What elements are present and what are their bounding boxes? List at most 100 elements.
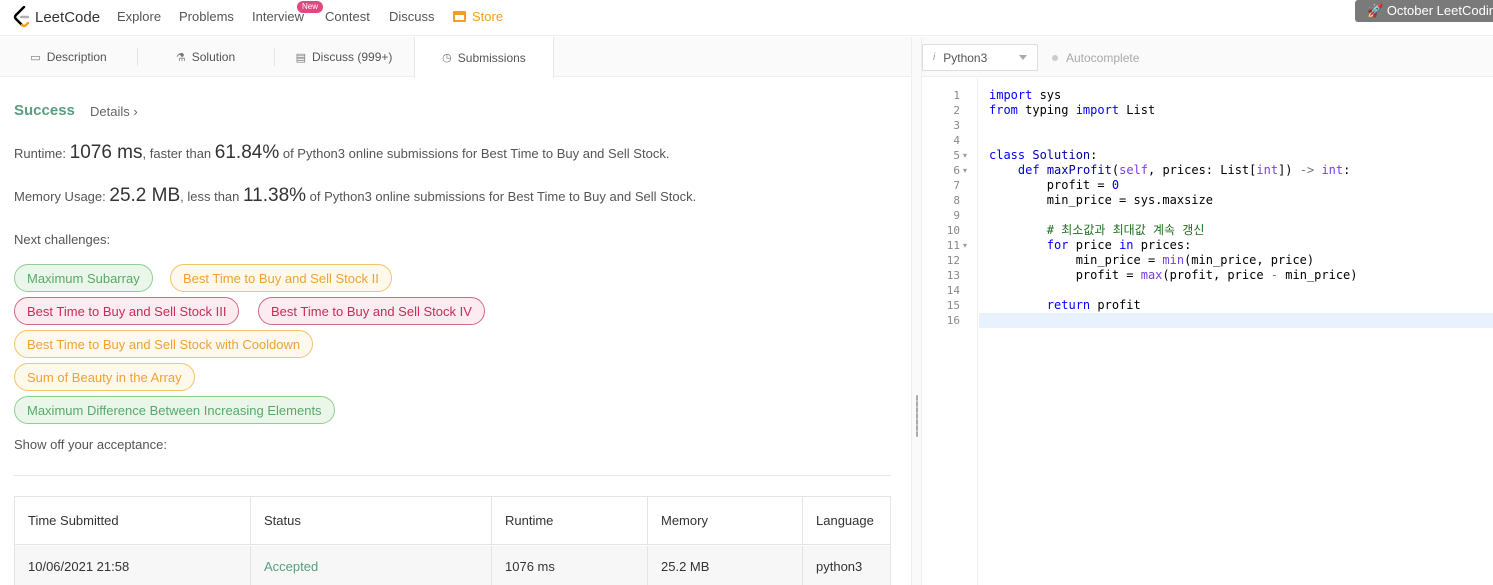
fold-arrow-icon[interactable]: ▾ — [963, 148, 967, 163]
line-number: 11 — [946, 239, 960, 252]
code-line: profit = 0 — [989, 178, 1120, 192]
runtime-mid: , faster than — [142, 146, 215, 161]
autocomplete-label: Autocomplete — [1066, 51, 1140, 65]
header-time-submitted[interactable]: Time Submitted — [15, 497, 251, 544]
tab-submissions[interactable]: ◷ Submissions — [414, 37, 554, 78]
fold-arrow-icon[interactable]: ▾ — [963, 238, 967, 253]
nav-contest[interactable]: Contest — [325, 9, 370, 24]
table-row: 10/06/2021 21:58 Accepted 1076 ms 25.2 M… — [15, 546, 890, 585]
code-line: # 최소값과 최대값 계속 갱신 — [1046, 223, 1205, 237]
pane-splitter[interactable] — [911, 37, 922, 585]
store-label: Store — [472, 9, 504, 24]
code-line: from typing import List — [989, 103, 1156, 117]
toggle-dot-icon — [1052, 55, 1058, 61]
memory-percentile: 11.38% — [243, 185, 307, 206]
line-number: 2 — [953, 104, 960, 117]
editor-toolbar: i Python3 Autocomplete — [922, 37, 1493, 77]
header-language[interactable]: Language — [803, 497, 890, 544]
tab-solution[interactable]: ⚗ Solution — [137, 37, 274, 77]
nav-discuss[interactable]: Discuss — [389, 9, 435, 24]
store-icon — [453, 11, 466, 22]
next-challenges-label: Next challenges: — [14, 232, 111, 247]
challenge-chip[interactable]: Best Time to Buy and Sell Stock III — [14, 297, 240, 325]
nav-problems[interactable]: Problems — [179, 9, 234, 24]
rocket-icon: 🚀 — [1367, 3, 1387, 18]
header-memory[interactable]: Memory — [648, 497, 803, 544]
cell-runtime: 1076 ms — [492, 546, 648, 585]
cell-status-link[interactable]: Accepted — [251, 546, 492, 585]
description-icon: ▭ — [30, 51, 41, 64]
code-line: import sys — [989, 88, 1062, 102]
table-header-row: Time Submitted Status Runtime Memory Lan… — [15, 497, 890, 545]
logo-text: LeetCode — [35, 8, 101, 26]
submission-detail-pane: Success Details › Runtime: 1076 ms, fast… — [0, 78, 911, 585]
challenge-chip[interactable]: Best Time to Buy and Sell Stock with Coo… — [14, 330, 314, 358]
drag-handle-icon[interactable] — [916, 395, 918, 437]
promo-text: October LeetCoding — [1386, 3, 1493, 18]
chevron-down-icon — [1019, 55, 1027, 60]
fold-arrow-icon[interactable]: ▾ — [963, 163, 967, 178]
tab-solution-label: Solution — [191, 50, 236, 64]
line-number-gutter: 1 2 3 4 5 6 7 8 9 10 11 12 13 14 15 16 ▾… — [922, 78, 978, 585]
line-number: 5 — [953, 149, 960, 162]
problem-tabbar: ▭ Description ⚗ Solution ▤ Discuss (999+… — [0, 37, 911, 78]
divider — [14, 475, 891, 476]
nav-explore[interactable]: Explore — [117, 9, 161, 24]
info-icon: i — [933, 52, 936, 63]
line-number: 14 — [946, 284, 960, 297]
leetcode-logo[interactable]: LeetCode — [13, 6, 100, 28]
challenge-chip[interactable]: Maximum Difference Between Increasing El… — [14, 396, 335, 424]
memory-value: 25.2 MB — [109, 185, 181, 206]
clock-icon: ◷ — [442, 52, 452, 64]
line-number: 9 — [953, 209, 960, 222]
code-line: class Solution: — [989, 148, 1098, 162]
details-label: Details — [90, 104, 130, 119]
code-line: def maxProfit(self, prices: List[int]) -… — [1017, 163, 1351, 177]
runtime-label: Runtime: — [14, 146, 70, 161]
details-link[interactable]: Details › — [90, 104, 138, 119]
line-number: 16 — [946, 314, 960, 327]
challenge-chip[interactable]: Sum of Beauty in the Array — [14, 363, 195, 391]
line-number: 12 — [946, 254, 960, 267]
tab-discuss-label: Discuss (999+) — [312, 50, 393, 64]
code-line: min_price = sys.maxsize — [989, 193, 1213, 207]
autocomplete-toggle[interactable]: Autocomplete — [1052, 51, 1139, 65]
line-number: 1 — [953, 89, 960, 102]
new-badge: New — [297, 1, 324, 13]
tab-submissions-label: Submissions — [457, 50, 526, 65]
language-value: Python3 — [943, 50, 988, 65]
challenge-chip[interactable]: Best Time to Buy and Sell Stock IV — [258, 297, 485, 325]
runtime-tail: of Python3 online submissions for Best T… — [279, 146, 670, 161]
runtime-line: Runtime: 1076 ms, faster than 61.84% of … — [14, 142, 669, 164]
runtime-percentile: 61.84% — [214, 142, 280, 163]
runtime-value: 1076 ms — [69, 142, 143, 163]
code-line: for price in prices: — [1046, 238, 1192, 252]
cell-memory: 25.2 MB — [648, 546, 803, 585]
promo-banner[interactable]: 🚀 October LeetCoding — [1355, 0, 1493, 22]
chat-icon: ▤ — [295, 51, 307, 64]
challenge-chip[interactable]: Best Time to Buy and Sell Stock II — [170, 264, 392, 292]
leetcode-logo-icon — [13, 6, 30, 28]
code-line: min_price = min(min_price, price) — [989, 253, 1315, 267]
memory-tail: of Python3 online submissions for Best T… — [306, 189, 697, 204]
show-off-label: Show off your acceptance: — [14, 437, 167, 452]
code-line: profit = max(profit, price - min_price) — [989, 268, 1358, 282]
tab-discuss[interactable]: ▤ Discuss (999+) — [274, 37, 414, 77]
memory-line: Memory Usage: 25.2 MB, less than 11.38% … — [14, 185, 696, 207]
code-line: return profit — [1046, 298, 1141, 312]
nav-store[interactable]: Store — [453, 9, 503, 24]
cell-language: python3 — [816, 559, 863, 574]
nav-interview[interactable]: Interview — [252, 9, 304, 24]
code-editor[interactable]: 1 2 3 4 5 6 7 8 9 10 11 12 13 14 15 16 ▾… — [922, 78, 1493, 585]
tab-description[interactable]: ▭ Description — [0, 37, 137, 77]
line-number: 4 — [953, 134, 960, 147]
line-number: 7 — [953, 179, 960, 192]
header-status[interactable]: Status — [251, 497, 492, 544]
challenge-chip[interactable]: Maximum Subarray — [14, 264, 153, 292]
line-number: 8 — [953, 194, 960, 207]
line-number: 3 — [953, 119, 960, 132]
language-select[interactable]: i Python3 — [922, 44, 1038, 71]
header-runtime[interactable]: Runtime — [492, 497, 648, 544]
memory-label: Memory Usage: — [14, 189, 110, 204]
cell-time-submitted: 10/06/2021 21:58 — [15, 546, 251, 585]
